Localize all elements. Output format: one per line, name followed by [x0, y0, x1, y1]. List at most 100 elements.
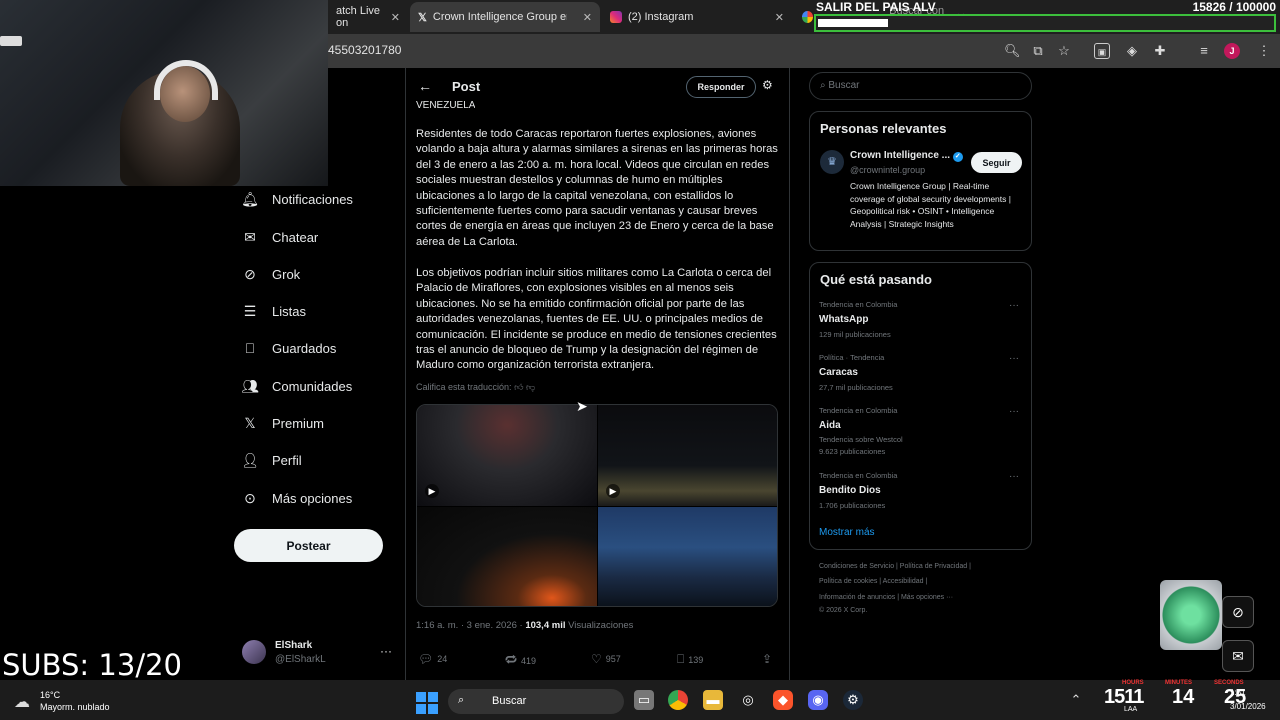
footer-links[interactable]: Política de cookies | Accesibilidad | [819, 578, 927, 585]
close-tab-icon[interactable]: ✕ [583, 11, 592, 24]
timer-minutes: 14 [1172, 686, 1195, 708]
mouse-cursor-icon: ➤ [576, 398, 588, 414]
heart-icon: ♡ [591, 652, 602, 666]
brave-icon[interactable]: ◆ [773, 690, 793, 710]
extension-icon[interactable]: ▣ [1094, 43, 1110, 59]
chevron-up-icon[interactable]: ⌃ [1066, 690, 1086, 710]
card-title: Personas relevantes [820, 121, 947, 136]
media-icon[interactable]: ≡ [1196, 43, 1212, 59]
bookmark-icon: ⎕ [677, 652, 685, 666]
people-icon: 👥︎ [241, 377, 259, 394]
sidebar-item-listas[interactable]: ☰ Listas [242, 297, 306, 325]
thumbs-down-icon[interactable]: 👎︎ [526, 382, 535, 392]
x-logo-icon: 𝕏 [418, 11, 427, 24]
tab-x-post[interactable]: 𝕏 Crown Intelligence Group en X: ✕ [410, 2, 600, 32]
account-handle: @ElSharkL [275, 654, 326, 665]
more-dots-icon[interactable]: ··· [1009, 406, 1019, 417]
like-action[interactable]: ♡ 957 [591, 652, 621, 666]
media-video-1[interactable]: ▶ [417, 405, 597, 506]
more-dots-icon[interactable]: ··· [380, 644, 392, 658]
post-text-top: VENEZUELA [416, 100, 476, 110]
sidebar-item-comunidades[interactable]: 👥︎ Comunidades [241, 372, 352, 400]
sidebar-item-notificaciones[interactable]: 🔔︎ Notificaciones [241, 185, 353, 213]
puzzle-icon[interactable]: ✚ [1152, 43, 1168, 59]
goal-title: SALIR DEL PAIS ALV [816, 0, 936, 14]
profile-avatar-icon[interactable]: J [1224, 43, 1240, 59]
clock-time[interactable]: 1:31 [1230, 688, 1246, 697]
trend-item[interactable]: Tendencia en Colombia Aida Tendencia sob… [819, 406, 1029, 456]
back-arrow-icon[interactable]: ← [418, 78, 432, 94]
play-icon: ▶ [606, 484, 620, 498]
app-icon[interactable]: ◎ [738, 690, 758, 710]
subs-counter: SUBS: 13/20 [2, 648, 182, 682]
taskbar-search[interactable]: ⌕ Buscar [448, 689, 624, 714]
clock-date[interactable]: 3/01/2026 [1230, 702, 1266, 711]
tune-icon[interactable]: ⚙ [762, 78, 773, 92]
bookmark-action[interactable]: ⎕ 139 [677, 652, 703, 667]
steam-icon[interactable]: ⚙ [843, 690, 863, 710]
more-dots-icon[interactable]: ··· [1009, 353, 1019, 364]
bookmark-icon: ⎕ [245, 339, 255, 356]
media-image-4[interactable] [598, 507, 777, 606]
extension-icon[interactable]: ◈ [1124, 43, 1140, 59]
trend-item[interactable]: Tendencia en Colombia Bendito Dios 1.706… [819, 471, 1029, 510]
taskbar: ☁ 16°C Mayorm. nublado ⌕ Buscar ▭ ▬ ◎ ◆ … [0, 680, 1280, 720]
messages-float-icon[interactable]: ✉ [1222, 640, 1254, 672]
follow-button[interactable]: Seguir [971, 152, 1022, 173]
avatar [242, 640, 266, 664]
lang-indicator[interactable]: LAA [1124, 706, 1137, 713]
sidebar-item-premium[interactable]: 𝕏 Premium [242, 409, 324, 437]
more-dots-icon[interactable]: ··· [1009, 471, 1019, 482]
close-tab-icon[interactable]: ✕ [775, 11, 784, 24]
crown-avatar[interactable]: ♛ [820, 150, 844, 174]
lamp-light [0, 36, 22, 46]
plant-jar-overlay [1160, 580, 1222, 650]
sidebar-item-perfil[interactable]: 👤︎ Perfil [241, 446, 302, 474]
chrome-icon[interactable] [668, 690, 688, 710]
goal-progress-bar [814, 14, 1276, 32]
url-text[interactable]: 45503201780 [328, 43, 401, 57]
media-video-2[interactable]: ▶ [598, 405, 777, 506]
more-circle-icon: ⊙ [244, 489, 256, 506]
google-icon [802, 11, 814, 23]
relevant-name[interactable]: Crown Intelligence ... ✓ [850, 150, 963, 162]
post-header: ← Post Responder ⚙ [406, 72, 789, 102]
cast-icon[interactable]: ⧉ [1030, 43, 1046, 59]
card-title: Qué está pasando [820, 272, 932, 287]
zoom-icon[interactable]: 🔍︎ [1004, 43, 1021, 59]
sidebar-item-guardados[interactable]: ⎕ Guardados [242, 334, 337, 362]
folder-icon[interactable]: ▬ [703, 690, 723, 710]
post-button[interactable]: Postear [234, 529, 383, 562]
sidebar-item-mas-opciones[interactable]: ⊙ Más opciones [242, 484, 352, 512]
close-tab-icon[interactable]: ✕ [391, 11, 400, 24]
show-more-link[interactable]: Mostrar más [819, 527, 875, 538]
reply-button[interactable]: Responder [686, 76, 756, 98]
trend-item[interactable]: Tendencia en Colombia WhatsApp 129 mil p… [819, 300, 1029, 339]
tab-instagram[interactable]: (2) Instagram ✕ [602, 2, 792, 32]
grok-float-icon[interactable]: ⊘ [1222, 596, 1254, 628]
instagram-icon [610, 11, 622, 23]
thumbs-up-icon[interactable]: 👍︎ [514, 382, 523, 392]
reply-action[interactable]: 💬︎ 24 [418, 652, 447, 666]
repost-action[interactable]: 🔁︎ 419 [505, 652, 536, 669]
discord-icon[interactable]: ◉ [808, 690, 828, 710]
menu-dots-icon[interactable]: ⋮ [1256, 43, 1272, 59]
media-image-3[interactable] [417, 507, 597, 606]
footer-links[interactable]: Condiciones de Servicio | Política de Pr… [819, 563, 971, 570]
weather-widget[interactable]: ☁ 16°C Mayorm. nublado [12, 688, 142, 714]
mail-icon: ✉ [244, 228, 256, 245]
search-input[interactable]: ⌕ Buscar [809, 72, 1032, 100]
goal-counter: 15826 / 100000 [1192, 0, 1276, 14]
sidebar-item-chatear[interactable]: ✉ Chatear [242, 223, 318, 251]
tab-twitch[interactable]: atch Live on ✕ [328, 2, 408, 32]
footer-links[interactable]: Información de anuncios | Más opciones ·… [819, 594, 953, 601]
address-bar: 45503201780 🔍︎ ⧉ ☆ ▣ ◈ ✚ ≡ J ⋮ [328, 34, 1280, 68]
more-dots-icon[interactable]: ··· [1009, 300, 1019, 311]
windows-start-icon[interactable] [416, 692, 438, 714]
trend-item[interactable]: Política · Tendencia Caracas 27,7 mil pu… [819, 353, 1029, 392]
share-action[interactable]: ⇪ [762, 652, 772, 666]
task-view-icon[interactable]: ▭ [634, 690, 654, 710]
star-icon[interactable]: ☆ [1056, 43, 1072, 59]
sidebar-item-grok[interactable]: ⊘ Grok [242, 260, 300, 288]
account-switcher[interactable]: ElShark @ElSharkL ··· [242, 636, 402, 668]
